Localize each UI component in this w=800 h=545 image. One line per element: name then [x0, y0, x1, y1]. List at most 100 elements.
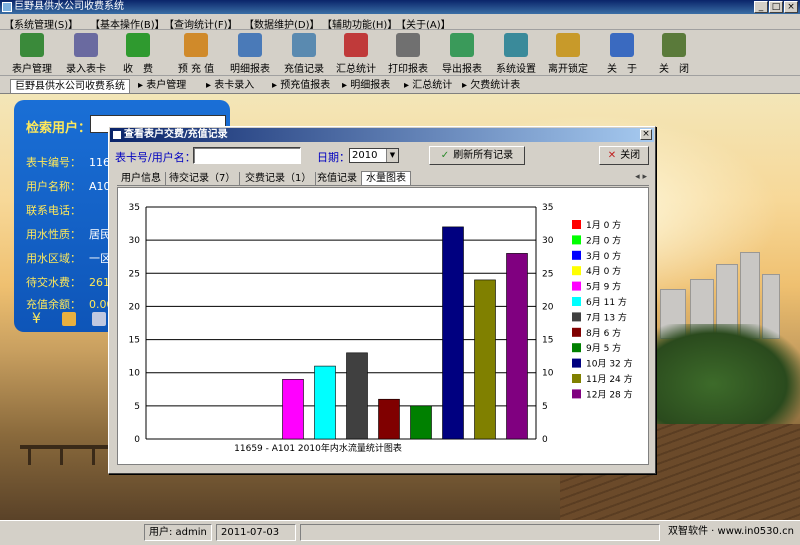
menu-aux[interactable]: 【辅助功能(H)】 — [322, 16, 397, 31]
yen-icon[interactable]: ¥ — [32, 312, 46, 326]
printer-icon — [396, 33, 420, 57]
prepay-icon — [184, 33, 208, 57]
exit-door-icon — [662, 33, 686, 57]
dialog-title: 查看表户交费/充值记录 — [124, 129, 228, 140]
menu-query[interactable]: 【查询统计(F)】 — [164, 16, 238, 31]
status-date: 2011-07-03 — [216, 524, 296, 541]
minimize-button[interactable]: _ — [754, 1, 768, 13]
toolbar-button[interactable]: 表户管理 — [6, 32, 58, 75]
dialog-icon — [113, 131, 121, 139]
card-search-input[interactable] — [193, 147, 301, 164]
card-edit-icon[interactable] — [92, 312, 106, 326]
toolbar-button-label: 收 费 — [123, 64, 153, 75]
dialog-tabs: 用户信息 待交记录（7） 交费记录（1） 充值记录 水量图表 ◂ ▸ — [117, 171, 649, 186]
search-label: 检索用户： — [26, 121, 92, 136]
field-label: 联系电话： — [26, 204, 81, 217]
module-tabstrip: 巨野县供水公司收费系统 ▸ 表户管理 ▸ 表卡录入 ▸ 预充值报表 ▸ 明细报表 ▸ 汇总… — [0, 77, 800, 94]
chart-bar — [378, 398, 400, 440]
legend-entry: 5月 9 方 — [586, 281, 621, 293]
toolbar-button-label: 离开锁定 — [548, 64, 588, 75]
legend-entry: 3月 0 方 — [586, 250, 621, 262]
menu-basic[interactable]: 【基本操作(B)】 — [90, 16, 165, 31]
y-tick-label-left: 20 — [129, 302, 141, 312]
toolbar-button[interactable]: 打印报表 — [382, 32, 434, 75]
legend-entry: 12月 28 方 — [586, 388, 633, 400]
status-user: 用户: admin — [144, 524, 212, 541]
toolbar-button-label: 关 于 — [607, 64, 637, 75]
menu-data[interactable]: 【数据维护(D)】 — [244, 16, 320, 31]
toolbar-button[interactable]: 关 于 — [596, 32, 648, 75]
module-tab[interactable]: ▸ 汇总统计 — [404, 79, 452, 93]
tab-user-info[interactable]: 用户信息 — [117, 172, 166, 186]
legend-swatch — [572, 358, 581, 368]
tab-pending-records[interactable]: 待交记录（7） — [165, 172, 241, 186]
legend-swatch — [572, 297, 581, 306]
toolbar-button-label: 关 闭 — [659, 64, 689, 75]
close-window-button[interactable]: × — [784, 1, 798, 13]
toolbar-button[interactable]: 预 充 值 — [170, 32, 222, 75]
prepay-icon[interactable] — [62, 312, 76, 326]
year-value: 2010 — [352, 150, 378, 161]
status-spacer — [300, 524, 660, 541]
module-tab[interactable]: ▸ 欠费统计表 — [462, 79, 520, 93]
payment-records-dialog: 查看表户交费/充值记录 × 表卡号/用户名： 日期： 2010 ▼ ✓ 刷新所有记… — [108, 126, 656, 474]
close-dialog-button[interactable]: ✕ 关闭 — [599, 146, 649, 165]
legend-swatch — [572, 281, 581, 291]
y-tick-label-left: 0 — [134, 435, 140, 445]
toolbar-button[interactable]: 充值记录 — [278, 32, 330, 75]
module-tab[interactable]: ▸ 明细报表 — [342, 79, 390, 93]
tab-scroll-arrows[interactable]: ◂ ▸ — [635, 172, 647, 182]
field-label: 充值余额： — [26, 298, 81, 311]
pier-post — [28, 445, 31, 465]
water-usage-chart-area: 0 0 5 5 10 10 15 15 20 20 25 25 30 30 35 35 11659 - A101… — [117, 187, 649, 465]
toolbar-button[interactable]: 关 闭 — [648, 32, 700, 75]
maximize-button[interactable]: □ — [769, 1, 783, 13]
legend-swatch — [572, 266, 581, 276]
close-icon: ✕ — [607, 150, 617, 161]
status-bar: 用户: admin 2011-07-03 双智软件 · www.in0530.c… — [0, 520, 800, 545]
tab-water-chart[interactable]: 水量图表 — [361, 171, 411, 185]
dialog-close-x-button[interactable]: × — [640, 129, 652, 140]
pier-post — [92, 445, 95, 465]
y-tick-label-right: 20 — [542, 302, 554, 312]
toolbar-button[interactable]: 明细报表 — [224, 32, 276, 75]
refresh-records-button[interactable]: ✓ 刷新所有记录 — [429, 146, 525, 165]
balance-row: 充值余额： 0.00 — [26, 296, 114, 312]
toolbar-button-label: 打印报表 — [388, 64, 428, 75]
field-label: 用户名称： — [26, 180, 81, 193]
y-tick-label-right: 0 — [542, 435, 548, 445]
window-title: 巨野县供水公司收费系统 — [14, 1, 124, 12]
module-tab[interactable]: ▸ 预充值报表 — [272, 79, 330, 93]
refresh-label: 刷新所有记录 — [453, 150, 514, 161]
chart-title: 11659 - A101 2010年内水流量统计图表 — [234, 442, 402, 454]
legend-entry: 11月 24 方 — [586, 373, 633, 385]
module-tab[interactable]: ▸ 表户管理 — [138, 79, 186, 93]
detail-report-icon — [238, 33, 262, 57]
menu-about[interactable]: 【关于(A)】 — [396, 16, 451, 31]
toolbar-button[interactable]: 收 费 — [112, 32, 164, 75]
module-tab[interactable]: 巨野县供水公司收费系统 — [10, 79, 130, 93]
field-label: 待交水费： — [26, 276, 81, 289]
legend-swatch — [572, 374, 581, 383]
toolbar-button[interactable]: 系统设置 — [490, 32, 542, 75]
y-tick-label-left: 25 — [129, 269, 140, 279]
year-select[interactable]: 2010 ▼ — [349, 148, 399, 163]
tab-payment-records[interactable]: 交费记录（1） — [241, 172, 317, 186]
pier-post — [60, 445, 63, 465]
legend-entry: 10月 32 方 — [586, 358, 633, 370]
close-label: 关闭 — [620, 150, 641, 161]
y-tick-label-right: 30 — [542, 236, 554, 246]
toolbar-button[interactable]: 汇总统计 — [330, 32, 382, 75]
tab-recharge-records[interactable]: 充值记录 — [313, 172, 362, 186]
window-titlebar: 巨野县供水公司收费系统 _ □ × — [0, 0, 800, 14]
toolbar-button[interactable]: 离开锁定 — [542, 32, 594, 75]
chart-bar — [474, 279, 496, 440]
legend-entry: 2月 0 方 — [586, 234, 621, 246]
toolbar-button[interactable]: 导出报表 — [436, 32, 488, 75]
module-tab[interactable]: ▸ 表卡录入 — [206, 79, 254, 93]
card-edit-icon — [74, 33, 98, 57]
chevron-down-icon[interactable]: ▼ — [386, 149, 398, 162]
toolbar-button[interactable]: 录入表卡 — [60, 32, 112, 75]
legend-swatch — [572, 343, 581, 353]
menu-system[interactable]: 【系统管理(S)】 — [4, 16, 78, 31]
